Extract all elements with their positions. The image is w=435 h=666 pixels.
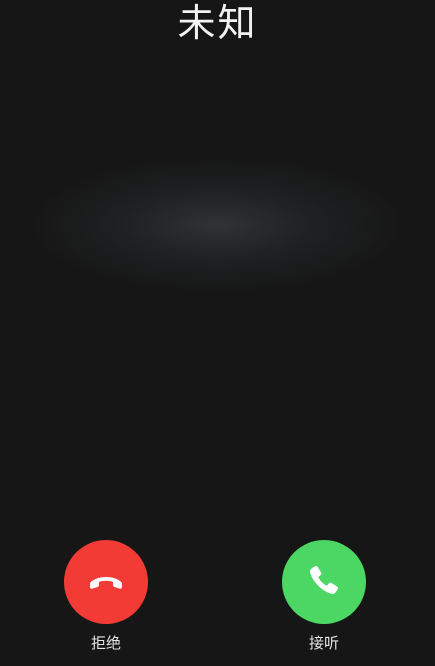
accept-action: 接听: [281, 540, 367, 653]
phone-hangup-icon: [86, 560, 126, 604]
decline-button[interactable]: [64, 540, 148, 624]
incoming-call-screen: 未知 拒绝 接听: [0, 0, 435, 666]
decline-label: 拒绝: [90, 634, 121, 652]
accept-label: 接听: [308, 634, 339, 652]
caller-name: 未知: [177, 1, 258, 45]
accept-button[interactable]: [282, 540, 366, 624]
decline-action: 拒绝: [63, 540, 149, 653]
background-glow: [0, 150, 435, 400]
phone-icon: [304, 560, 344, 604]
